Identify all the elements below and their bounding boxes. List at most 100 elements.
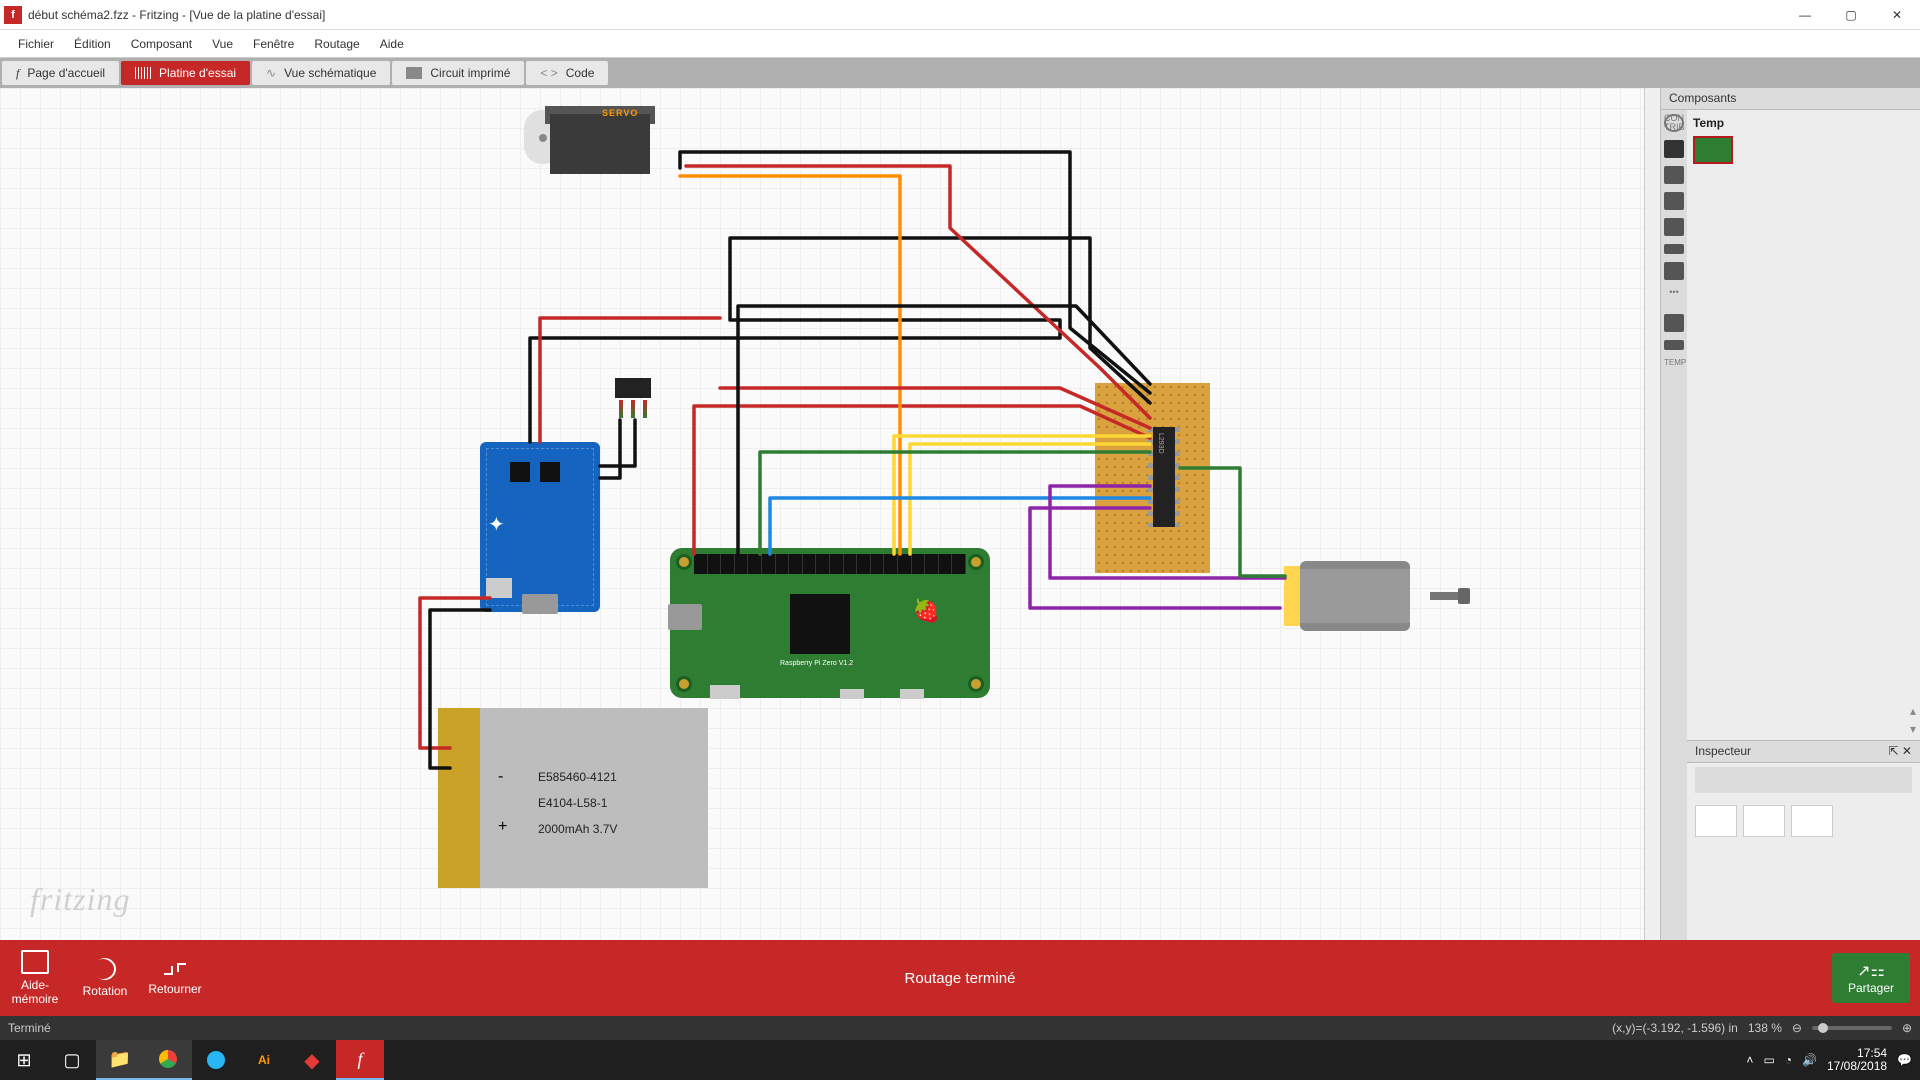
battery-plus: + xyxy=(498,818,507,836)
inspector-swatch-1[interactable] xyxy=(1695,805,1737,837)
window-titlebar: f début schéma2.fzz - Fritzing - [Vue de… xyxy=(0,0,1920,30)
taskbar-app-blue[interactable] xyxy=(192,1040,240,1080)
tray-battery-icon[interactable]: ▭ xyxy=(1763,1053,1774,1067)
taskbar-sketchup[interactable]: ◆ xyxy=(288,1040,336,1080)
view-tabs: f Page d'accueil Platine d'essai ∿Vue sch… xyxy=(0,58,1920,88)
inspector-undock-icon[interactable]: ⇱ ✕ xyxy=(1889,744,1912,758)
tray-wifi-icon[interactable]: ◔ xyxy=(1785,1053,1792,1067)
inspector-swatch-2[interactable] xyxy=(1743,805,1785,837)
right-dock: Composants CON TRIB ••• TEMP Temp xyxy=(1660,88,1920,940)
menu-routing[interactable]: Routage xyxy=(304,33,369,55)
component-powerboost[interactable]: ✦ xyxy=(480,442,600,612)
minimize-button[interactable]: — xyxy=(1782,0,1828,30)
bin-tab-contrib[interactable]: CON TRIB xyxy=(1664,114,1684,132)
bin-tab-7[interactable] xyxy=(1664,314,1684,332)
bin-tab-6[interactable] xyxy=(1664,262,1684,280)
bin-tab-2[interactable] xyxy=(1664,166,1684,184)
canvas-vertical-scrollbar[interactable] xyxy=(1644,88,1660,940)
flip-icon xyxy=(162,960,188,978)
component-perfboard[interactable]: L293D xyxy=(1095,383,1210,573)
tab-breadboard[interactable]: Platine d'essai xyxy=(121,61,250,85)
zoom-slider[interactable] xyxy=(1812,1026,1892,1030)
tray-volume-icon[interactable]: 🔊 xyxy=(1802,1053,1817,1067)
taskbar-explorer[interactable]: 📁 xyxy=(96,1040,144,1080)
bin-tab-more[interactable]: ••• xyxy=(1664,288,1684,306)
battery-minus: - xyxy=(498,768,503,786)
window-title: début schéma2.fzz - Fritzing - [Vue de l… xyxy=(28,8,1782,22)
bin-tab-8[interactable] xyxy=(1664,340,1684,350)
taskbar-illustrator[interactable]: Ai xyxy=(240,1040,288,1080)
menu-component[interactable]: Composant xyxy=(121,33,202,55)
tool-aide-memoire[interactable]: Aide-mémoire xyxy=(0,950,70,1006)
bin-tab-core[interactable] xyxy=(1664,140,1684,158)
tray-chevron-up-icon[interactable]: ˄ xyxy=(1746,1053,1753,1067)
servo-label: SERVO xyxy=(602,108,638,118)
battery-text: E585460-4121 E4104-L58-1 2000mAh 3.7V xyxy=(538,764,617,842)
tool-rotation[interactable]: Rotation xyxy=(70,958,140,998)
bin-scroll-down[interactable]: ▾ xyxy=(1910,722,1916,740)
inspector-title: Inspecteur ⇱ ✕ xyxy=(1687,741,1920,763)
share-icon: ↗⚏ xyxy=(1848,961,1894,981)
menu-bar: Fichier Édition Composant Vue Fenêtre Ro… xyxy=(0,30,1920,58)
menu-file[interactable]: Fichier xyxy=(8,33,64,55)
tray-date: 17/08/2018 xyxy=(1827,1060,1887,1073)
tab-pcb[interactable]: Circuit imprimé xyxy=(392,61,524,85)
start-button[interactable]: ⊞ xyxy=(0,1040,48,1080)
taskbar-chrome[interactable] xyxy=(144,1040,192,1080)
tab-code[interactable]: < >Code xyxy=(526,61,608,85)
status-zoom: 138 % xyxy=(1748,1021,1782,1035)
tool-aide-label: Aide-mémoire xyxy=(0,978,70,1006)
tool-retourner[interactable]: Retourner xyxy=(140,960,210,996)
main-area: SERVO ✦ 🍓 Raspberry Pi Zero V1.2 L293D xyxy=(0,88,1920,940)
maximize-button[interactable]: ▢ xyxy=(1828,0,1874,30)
tab-breadboard-label: Platine d'essai xyxy=(159,66,236,80)
composants-panel-title: Composants xyxy=(1661,88,1920,110)
component-servo[interactable]: SERVO xyxy=(550,96,680,174)
pcb-icon xyxy=(406,67,422,79)
zoom-out-button[interactable]: ⊖ xyxy=(1792,1021,1802,1035)
rotate-icon xyxy=(89,953,120,984)
tool-retourner-label: Retourner xyxy=(140,982,210,996)
inspector-name-field[interactable] xyxy=(1695,767,1912,793)
bin-tab-3[interactable] xyxy=(1664,192,1684,210)
battery-line3: 2000mAh 3.7V xyxy=(538,816,617,842)
taskview-button[interactable]: ▢ xyxy=(48,1040,96,1080)
pi-label: Raspberry Pi Zero V1.2 xyxy=(780,660,853,667)
inspector-panel: Inspecteur ⇱ ✕ xyxy=(1687,740,1920,940)
inspector-swatch-3[interactable] xyxy=(1791,805,1833,837)
status-coords: (x,y)=(-3.192, -1.596) in xyxy=(1612,1021,1738,1035)
part-thumbnail-pi[interactable] xyxy=(1693,136,1733,164)
bin-tab-4[interactable] xyxy=(1664,218,1684,236)
close-button[interactable]: ✕ xyxy=(1874,0,1920,30)
menu-help[interactable]: Aide xyxy=(370,33,414,55)
component-raspberry-pi[interactable]: 🍓 Raspberry Pi Zero V1.2 xyxy=(670,548,990,698)
component-lipo-battery[interactable]: - + E585460-4121 E4104-L58-1 2000mAh 3.7… xyxy=(438,708,708,888)
zoom-in-button[interactable]: ⊕ xyxy=(1902,1021,1912,1035)
bin-label: Temp xyxy=(1693,116,1914,130)
tab-home[interactable]: f Page d'accueil xyxy=(2,61,119,85)
bin-tab-temp[interactable]: TEMP xyxy=(1664,358,1684,376)
taskbar-fritzing[interactable]: f xyxy=(336,1040,384,1080)
parts-bin: Temp xyxy=(1687,110,1920,704)
tool-rotation-label: Rotation xyxy=(70,984,140,998)
tab-home-label: Page d'accueil xyxy=(27,66,105,80)
bottom-toolbar: Aide-mémoire Rotation Retourner Routage … xyxy=(0,940,1920,1016)
tab-schematic[interactable]: ∿Vue schématique xyxy=(252,61,390,85)
component-dc-motor[interactable] xyxy=(1280,556,1440,636)
breadboard-canvas[interactable]: SERVO ✦ 🍓 Raspberry Pi Zero V1.2 L293D xyxy=(0,88,1644,940)
home-icon: f xyxy=(16,66,19,81)
menu-view[interactable]: Vue xyxy=(202,33,243,55)
menu-edit[interactable]: Édition xyxy=(64,33,121,55)
bin-scroll-up[interactable]: ▴ xyxy=(1910,704,1916,722)
tray-clock[interactable]: 17:54 17/08/2018 xyxy=(1827,1047,1887,1073)
ic-label: L293D xyxy=(1157,433,1164,454)
share-button[interactable]: ↗⚏ Partager xyxy=(1832,953,1910,1003)
component-switch[interactable] xyxy=(615,378,651,420)
routing-status: Routage terminé xyxy=(905,970,1016,987)
menu-window[interactable]: Fenêtre xyxy=(243,33,304,55)
bin-tab-5[interactable] xyxy=(1664,244,1684,254)
battery-line2: E4104-L58-1 xyxy=(538,790,617,816)
tray-notifications-icon[interactable]: 💬 xyxy=(1897,1053,1912,1067)
parts-bin-tabs: CON TRIB ••• TEMP xyxy=(1661,110,1687,940)
raspberry-icon: 🍓 xyxy=(913,598,940,624)
